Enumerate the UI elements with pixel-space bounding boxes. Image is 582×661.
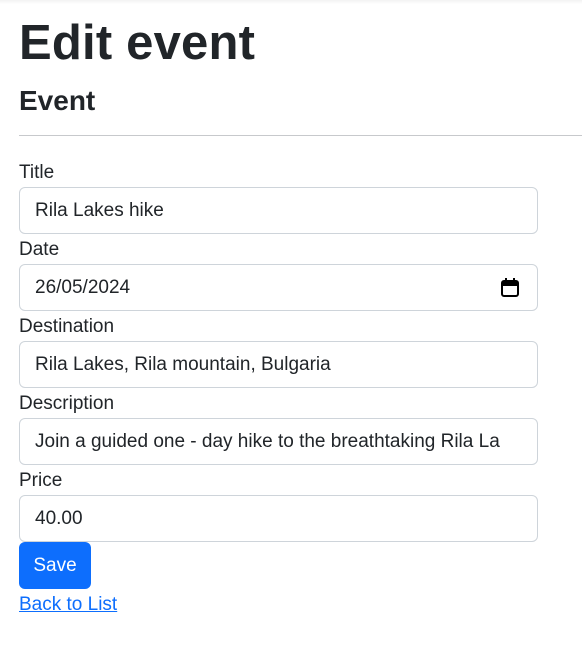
date-input[interactable]: 26/05/2024 <box>19 264 538 311</box>
date-value: 26/05/2024 <box>35 277 131 298</box>
page-title: Edit event <box>19 16 256 70</box>
divider <box>19 135 582 136</box>
date-label: Date <box>19 239 60 260</box>
top-shadow-band <box>0 0 582 4</box>
destination-input[interactable]: Rila Lakes, Rila mountain, Bulgaria <box>19 341 538 388</box>
save-button[interactable]: Save <box>19 542 91 589</box>
destination-label: Destination <box>19 316 115 337</box>
description-label: Description <box>19 393 115 414</box>
section-title: Event <box>19 85 96 116</box>
price-label: Price <box>19 470 63 491</box>
price-input[interactable]: 40.00 <box>19 495 538 542</box>
description-input[interactable]: Join a guided one - day hike to the brea… <box>19 418 538 465</box>
title-label: Title <box>19 162 55 183</box>
back-to-list-link[interactable]: Back to List <box>19 593 117 617</box>
calendar-icon[interactable] <box>501 278 519 297</box>
title-input[interactable]: Rila Lakes hike <box>19 187 538 234</box>
